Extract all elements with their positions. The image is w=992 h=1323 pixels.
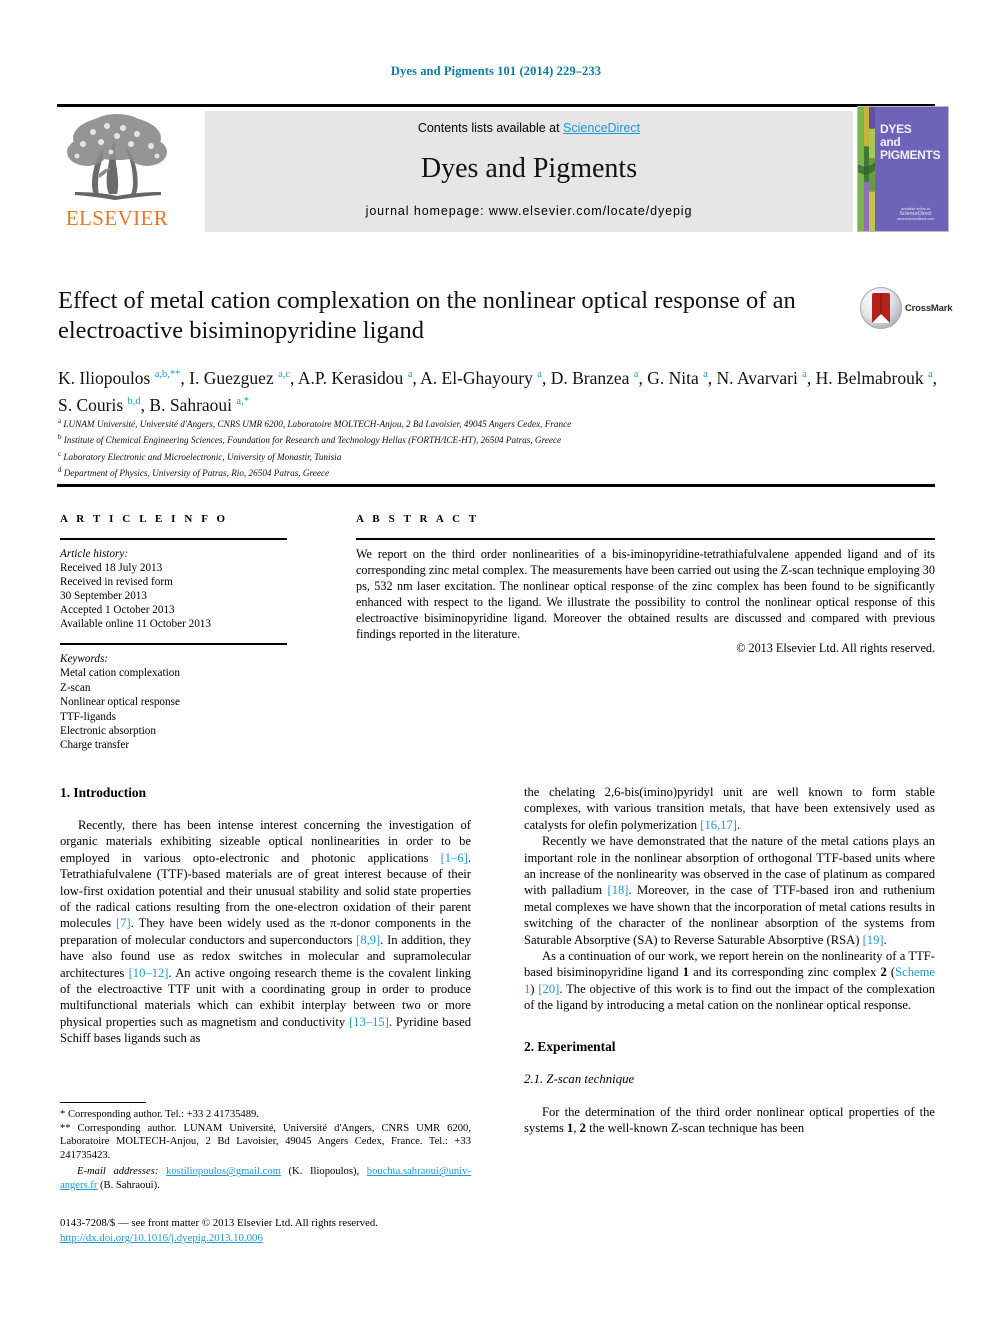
email-addresses-label: E-mail addresses: xyxy=(77,1166,159,1178)
crossmark-badge[interactable]: CrossMark xyxy=(860,287,953,331)
crossmark-circle-icon xyxy=(860,287,902,329)
article-history-item: Received in revised form xyxy=(60,576,173,589)
journal-homepage[interactable]: journal homepage: www.elsevier.com/locat… xyxy=(205,204,853,218)
contents-prefix: Contents lists available at xyxy=(417,121,564,135)
running-head: Dyes and Pigments 101 (2014) 229–233 xyxy=(390,64,602,78)
article-history: Article history: Received 18 July 2013 Rec… xyxy=(60,547,295,632)
right-text-3b: and its corresponding zinc complex xyxy=(689,965,881,980)
citation-18[interactable]: [18] xyxy=(608,883,629,897)
citation-20[interactable]: [20] xyxy=(538,982,559,996)
journal-cover-thumbnail: DYES and PIGMENTS available online at Scie… xyxy=(857,106,949,232)
affiliation-item: c Laboratory Electronic and Microelectro… xyxy=(58,449,342,462)
keyword-item: Z-scan xyxy=(60,681,91,694)
intro-text-a: Recently, there has been intense interes… xyxy=(60,818,471,865)
email-link-iliopoulos[interactable]: kostiliopoulos@gmail.com xyxy=(166,1166,281,1177)
affiliation-item: b Institute of Chemical Engineering Scie… xyxy=(58,433,562,446)
keywords-block: Keywords: Metal cation complexation Z-scan… xyxy=(60,652,300,753)
right-paragraph-2: Recently we have demonstrated that the n… xyxy=(524,833,935,948)
footnote-rule xyxy=(60,1102,146,1104)
keywords-rule xyxy=(60,643,287,645)
footnotes-block: * Corresponding author. Tel.: +33 2 4173… xyxy=(60,1108,471,1203)
journal-title: Dyes and Pigments xyxy=(420,153,638,184)
citation-1-6[interactable]: [1–6] xyxy=(441,851,468,865)
right-text-3e: . The objective of this work is to find … xyxy=(524,981,935,1013)
subsection-heading-zscan: 2.1. Z-scan technique xyxy=(524,1071,635,1086)
right-text-1b: . xyxy=(737,817,741,832)
body-column-left: 1. Introduction Recently, there has been… xyxy=(60,784,471,1047)
keywords-label: Keywords: xyxy=(60,653,109,665)
info-band-top-rule xyxy=(57,484,935,487)
doi-link[interactable]: http://dx.doi.org/10.1016/j.dyepig.2013.… xyxy=(60,1232,263,1244)
article-history-item: Accepted 1 October 2013 xyxy=(60,604,175,617)
intro-paragraph-1: Recently, there has been intense interes… xyxy=(60,817,471,1047)
citation-7[interactable]: [7] xyxy=(116,916,131,930)
author-list: K. Iliopoulos a,b,**, I. Guezguez a,c, A… xyxy=(58,367,937,415)
elsevier-wordmark: ELSEVIER xyxy=(65,206,169,230)
affiliation-marker: b xyxy=(58,433,62,442)
affiliation-list: a LUNAM Université, Université d'Angers,… xyxy=(58,415,938,480)
section-heading-experimental: 2. Experimental xyxy=(524,1038,616,1054)
article-history-item: Available online 11 October 2013 xyxy=(60,618,211,631)
page-title: Effect of metal cation complexation on t… xyxy=(58,287,796,344)
right-paragraph-3: As a continuation of our work, we report… xyxy=(524,948,935,1014)
affiliation-item: d Department of Physics, University of P… xyxy=(58,465,330,478)
contents-banner: Contents lists available at ScienceDirec… xyxy=(205,111,853,232)
zscan-paragraph: For the determination of the third order… xyxy=(524,1104,935,1137)
body-column-right: the chelating 2,6-bis(imino)pyridyl unit… xyxy=(524,784,935,1137)
keyword-item: Charge transfer xyxy=(60,739,130,752)
affiliation-marker: c xyxy=(58,449,62,458)
email-owner-1: (K. Iliopoulos) xyxy=(288,1166,357,1178)
keyword-item: Electronic absorption xyxy=(60,725,156,738)
front-matter-block: 0143-7208/$ — see front matter © 2013 El… xyxy=(60,1216,490,1246)
article-history-label: Article history: xyxy=(60,548,129,560)
keyword-item: TTF-ligands xyxy=(60,710,116,723)
citation-16-17[interactable]: [16,17] xyxy=(700,818,737,832)
citation-10-12[interactable]: [10–12] xyxy=(129,966,169,980)
elsevier-logo: ELSEVIER xyxy=(57,110,177,232)
citation-13-15[interactable]: [13–15] xyxy=(349,1015,389,1029)
affiliation-marker: a xyxy=(58,417,62,425)
affiliation-marker: d xyxy=(58,465,62,474)
article-history-item: Received 18 July 2013 xyxy=(60,562,163,575)
affiliation-item: a LUNAM Université, Université d'Angers,… xyxy=(58,417,572,430)
right-paragraph-1: the chelating 2,6-bis(imino)pyridyl unit… xyxy=(524,784,935,833)
article-history-item: 30 September 2013 xyxy=(60,590,147,603)
right-text-3c: ( xyxy=(886,965,896,980)
abstract-heading: A B S T R A C T xyxy=(356,513,480,525)
footnote-emails: E-mail addresses: kostiliopoulos@gmail.c… xyxy=(60,1166,471,1191)
journal-masthead: ELSEVIER Contents lists available at Sci… xyxy=(57,104,949,232)
citation-19[interactable]: [19] xyxy=(863,933,884,947)
abstract-copyright: © 2013 Elsevier Ltd. All rights reserved… xyxy=(736,641,935,655)
crossmark-book-icon xyxy=(872,293,890,323)
cover-footer: available online at ScienceDirect www.sc… xyxy=(888,207,943,222)
section-heading-introduction: 1. Introduction xyxy=(60,785,147,800)
keyword-item: Metal cation complexation xyxy=(60,667,180,680)
sciencedirect-link[interactable]: ScienceDirect xyxy=(563,121,640,135)
cover-title-text: DYES and PIGMENTS xyxy=(880,122,941,162)
elsevier-tree-icon xyxy=(67,114,167,200)
zscan-text-c: the well-known Z-scan technique has been xyxy=(585,1121,805,1136)
right-text-2c: . xyxy=(883,932,887,947)
abstract-rule xyxy=(356,538,935,540)
footnote-corresponding-1: * Corresponding author. Tel.: +33 2 4173… xyxy=(60,1109,259,1120)
issn-copyright-line: 0143-7208/$ — see front matter © 2013 El… xyxy=(60,1217,378,1229)
footnote-corresponding-2: ** Corresponding author. LUNAM Universit… xyxy=(60,1122,471,1161)
paper-page: Dyes and Pigments 101 (2014) 229–233 ELS… xyxy=(0,0,992,1323)
email-owner-2: (B. Sahraoui) xyxy=(100,1179,158,1191)
masthead-top-rule xyxy=(57,104,935,107)
contents-available-line: Contents lists available at ScienceDirec… xyxy=(205,121,853,135)
crossmark-label: CrossMark xyxy=(905,303,953,314)
article-info-rule xyxy=(60,538,287,540)
citation-8-9[interactable]: [8,9] xyxy=(356,933,380,947)
keyword-item: Nonlinear optical response xyxy=(60,696,180,709)
cover-footer-url: www.sciencedirect.com xyxy=(896,217,935,221)
article-info-heading: A R T I C L E I N F O xyxy=(60,513,229,525)
cover-artwork xyxy=(858,107,875,231)
abstract-text: We report on the third order nonlinearit… xyxy=(356,547,935,642)
